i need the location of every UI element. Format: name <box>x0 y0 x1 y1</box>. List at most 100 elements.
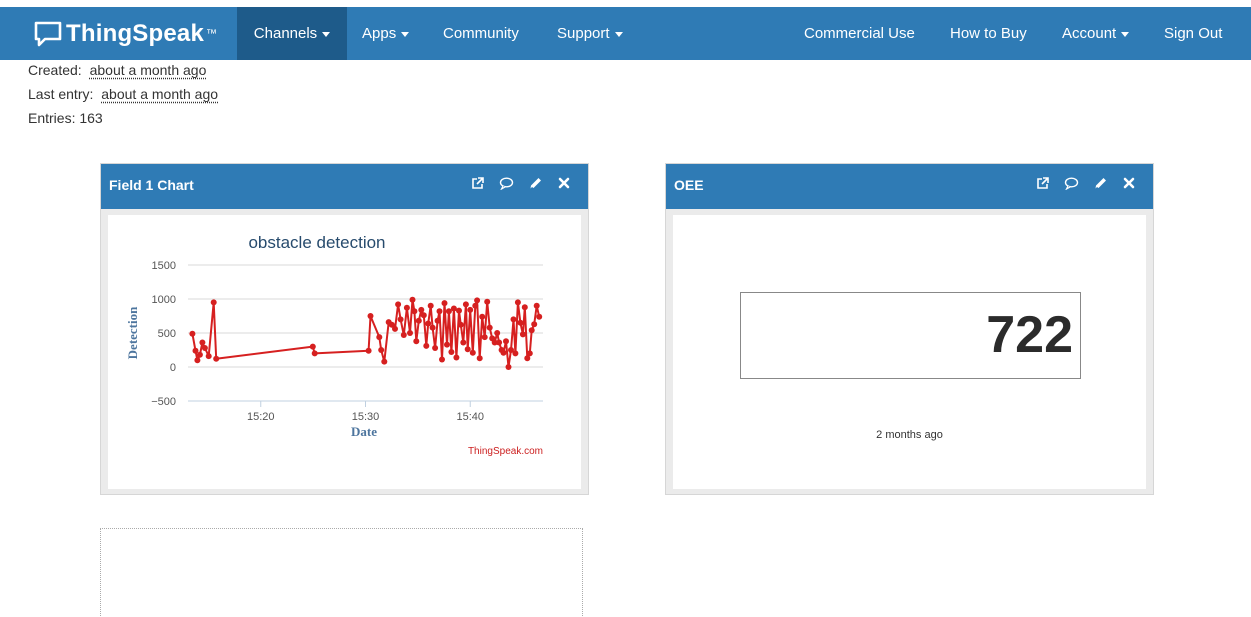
numeric-display-container: 722 2 months ago <box>673 215 1146 489</box>
data-point[interactable] <box>206 353 212 359</box>
data-point[interactable] <box>506 364 512 370</box>
pencil-icon[interactable] <box>1094 176 1108 190</box>
y-tick-label: 0 <box>170 362 176 374</box>
data-point[interactable] <box>465 346 471 352</box>
data-point[interactable] <box>494 330 500 336</box>
nav-support[interactable]: Support <box>542 7 638 60</box>
data-point[interactable] <box>448 349 454 355</box>
data-point[interactable] <box>381 359 387 365</box>
data-point[interactable] <box>437 308 443 314</box>
data-point[interactable] <box>531 321 537 327</box>
chart-credit[interactable]: ThingSpeak.com <box>468 446 543 457</box>
nav-commercial-use[interactable]: Commercial Use <box>789 7 930 60</box>
data-point[interactable] <box>193 348 199 354</box>
nav-how-to-buy[interactable]: How to Buy <box>935 7 1042 60</box>
widget-header: OEE <box>666 164 1153 209</box>
data-point[interactable] <box>460 340 466 346</box>
data-point[interactable] <box>368 313 374 319</box>
data-point[interactable] <box>189 331 195 337</box>
pencil-icon[interactable] <box>529 176 543 190</box>
data-point[interactable] <box>517 320 523 326</box>
data-point[interactable] <box>378 347 384 353</box>
data-point[interactable] <box>407 330 413 336</box>
caret-down-icon <box>1121 32 1129 37</box>
data-point[interactable] <box>511 316 517 322</box>
brand-trademark: ™ <box>206 28 217 40</box>
data-point[interactable] <box>470 350 476 356</box>
data-point[interactable] <box>211 299 217 305</box>
data-point[interactable] <box>453 355 459 361</box>
data-point[interactable] <box>428 303 434 309</box>
nav-channels[interactable]: Channels <box>237 7 347 60</box>
data-point[interactable] <box>484 299 490 305</box>
data-point[interactable] <box>401 332 407 338</box>
data-point[interactable] <box>512 350 518 356</box>
nav-account[interactable]: Account <box>1047 7 1144 60</box>
data-point[interactable] <box>410 297 416 303</box>
nav-apps[interactable]: Apps <box>347 7 424 60</box>
data-point[interactable] <box>456 308 462 314</box>
data-point[interactable] <box>444 342 450 348</box>
entries-row: Entries: 163 <box>28 110 103 126</box>
nav-channels-label: Channels <box>254 25 317 42</box>
data-point[interactable] <box>442 300 448 306</box>
data-point[interactable] <box>501 350 507 356</box>
data-point[interactable] <box>529 327 535 333</box>
data-point[interactable] <box>376 334 382 340</box>
nav-sign-out-label: Sign Out <box>1164 25 1222 42</box>
data-point[interactable] <box>503 338 509 344</box>
data-point[interactable] <box>487 325 493 331</box>
data-point[interactable] <box>435 318 441 324</box>
data-point[interactable] <box>536 314 542 320</box>
nav-sign-out[interactable]: Sign Out <box>1149 7 1237 60</box>
data-point[interactable] <box>496 340 502 346</box>
data-point[interactable] <box>482 334 488 340</box>
data-point[interactable] <box>534 303 540 309</box>
obstacle-detection-chart[interactable]: obstacle detection Detection Date ThingS… <box>108 215 581 489</box>
nav-community[interactable]: Community <box>428 7 534 60</box>
chart-container: obstacle detection Detection Date ThingS… <box>108 215 581 489</box>
data-point[interactable] <box>474 297 480 303</box>
data-point[interactable] <box>418 307 424 313</box>
data-point[interactable] <box>398 316 404 322</box>
data-point[interactable] <box>423 343 429 349</box>
data-point[interactable] <box>416 318 422 324</box>
data-point[interactable] <box>404 305 410 311</box>
data-point[interactable] <box>432 345 438 351</box>
comment-icon[interactable] <box>1064 177 1079 190</box>
external-link-icon[interactable] <box>471 177 484 190</box>
data-point[interactable] <box>439 357 445 363</box>
brand-logo[interactable]: ThingSpeak ™ <box>34 7 217 60</box>
data-point[interactable] <box>312 350 318 356</box>
data-point[interactable] <box>425 321 431 327</box>
nav-commercial-use-label: Commercial Use <box>804 25 915 42</box>
data-point[interactable] <box>522 304 528 310</box>
data-point[interactable] <box>197 352 203 358</box>
data-point[interactable] <box>413 338 419 344</box>
data-point[interactable] <box>199 340 205 346</box>
data-point[interactable] <box>472 303 478 309</box>
data-point[interactable] <box>421 312 427 318</box>
data-point[interactable] <box>458 322 464 328</box>
data-point[interactable] <box>310 344 316 350</box>
data-point[interactable] <box>213 356 219 362</box>
data-point[interactable] <box>527 350 533 356</box>
data-point[interactable] <box>395 301 401 307</box>
data-point[interactable] <box>202 345 208 351</box>
data-point[interactable] <box>515 299 521 305</box>
data-point[interactable] <box>479 314 485 320</box>
data-point[interactable] <box>477 355 483 361</box>
data-point[interactable] <box>366 348 372 354</box>
data-point[interactable] <box>430 325 436 331</box>
close-icon[interactable] <box>1123 177 1135 189</box>
x-tick-label: 15:30 <box>352 411 380 423</box>
data-point[interactable] <box>463 301 469 307</box>
data-point[interactable] <box>411 308 417 314</box>
data-point[interactable] <box>467 307 473 313</box>
close-icon[interactable] <box>558 177 570 189</box>
data-point[interactable] <box>392 326 398 332</box>
comment-icon[interactable] <box>499 177 514 190</box>
external-link-icon[interactable] <box>1036 177 1049 190</box>
data-point[interactable] <box>194 357 200 363</box>
data-point[interactable] <box>520 331 526 337</box>
